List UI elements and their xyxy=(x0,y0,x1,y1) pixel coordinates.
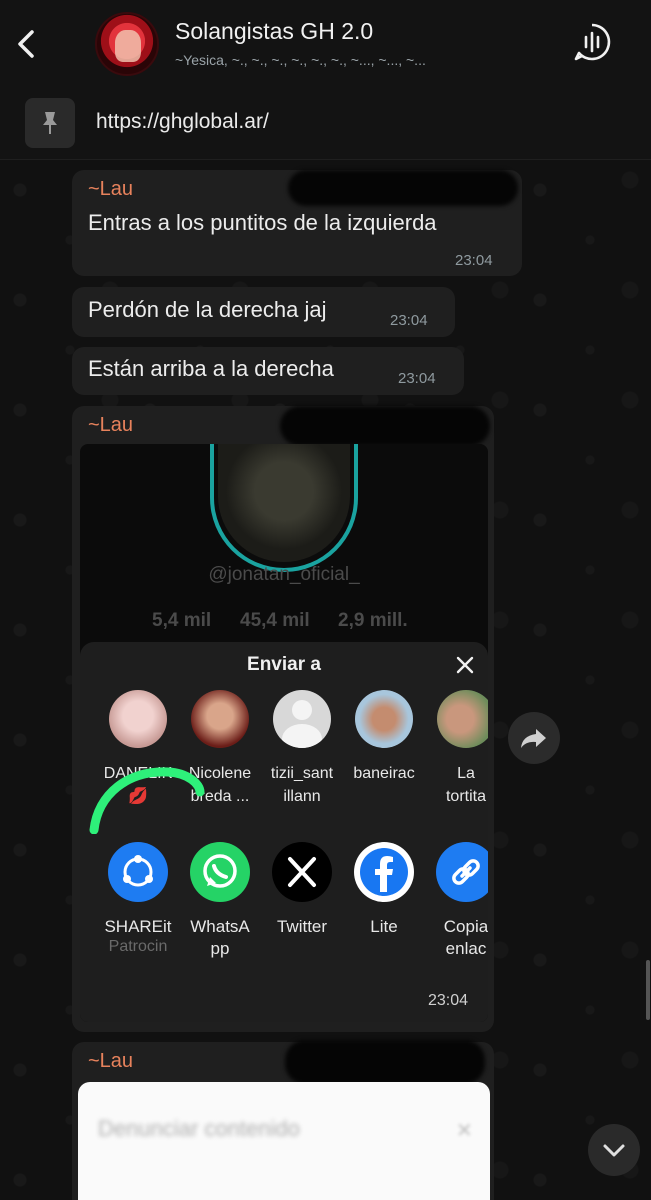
contact-item: baneirac xyxy=(342,690,426,785)
close-icon: ✕ xyxy=(456,1120,473,1142)
contact-item: tizii_sant illann xyxy=(260,690,344,808)
message-text: Están arriba a la derecha xyxy=(88,356,334,381)
app-label: Copia enlac xyxy=(443,917,488,958)
stat-following: 2,9 mill. xyxy=(338,610,408,631)
contact-name: La tortita xyxy=(445,765,486,805)
contact-name: baneirac xyxy=(353,765,415,782)
contact-item: La tortita xyxy=(424,690,488,808)
sender-name[interactable]: ~Lau xyxy=(88,1050,133,1073)
contact-avatar xyxy=(109,690,167,748)
app-label: WhatsA pp xyxy=(190,917,250,958)
share-app-facebook-lite: Lite xyxy=(342,842,426,938)
share-app-whatsapp: WhatsA pp xyxy=(178,842,262,960)
contact-name: tizii_sant illann xyxy=(270,765,334,805)
profile-handle: @jonatan_oficial_ xyxy=(208,564,360,585)
scrollbar[interactable] xyxy=(646,960,650,1020)
sender-name[interactable]: ~Lau xyxy=(88,414,133,437)
group-avatar[interactable] xyxy=(95,12,159,76)
redaction-mark xyxy=(285,1040,485,1084)
voice-chat-button[interactable] xyxy=(570,20,614,64)
report-sheet[interactable]: Denunciar contenido ✕ xyxy=(78,1082,490,1200)
contact-avatar xyxy=(191,690,249,748)
link-icon xyxy=(436,842,488,902)
message-time: 23:04 xyxy=(428,992,469,1009)
pinned-link[interactable]: https://ghglobal.ar/ xyxy=(96,110,269,134)
redaction-mark xyxy=(280,406,490,446)
x-logo-icon xyxy=(272,842,332,902)
redaction-mark xyxy=(288,170,518,206)
shareit-icon xyxy=(108,842,168,902)
stat-followers: 45,4 mil xyxy=(240,610,310,631)
share-sheet-title: Enviar a xyxy=(247,654,321,675)
whatsapp-icon xyxy=(190,842,250,902)
share-app-twitter: Twitter xyxy=(260,842,344,938)
facebook-icon xyxy=(354,842,414,902)
stat-posts: 5,4 mil xyxy=(152,610,212,631)
close-icon xyxy=(452,652,478,678)
app-label: SHAREit xyxy=(104,917,172,936)
report-option: Denunciar contenido xyxy=(98,1116,300,1141)
app-sublabel: Patrocin xyxy=(108,938,168,955)
shared-screenshot[interactable]: @jonatan_oficial_ 5,4 mil 45,4 mil 2,9 m… xyxy=(80,444,488,1022)
chevron-down-icon xyxy=(603,1144,625,1157)
share-app-shareit: SHAREit Patrocin xyxy=(96,842,180,956)
green-scribble xyxy=(89,767,205,834)
message-time: 23:04 xyxy=(390,312,428,329)
group-members: ~Yesica, ~., ~., ~., ~., ~., ~., ~..., ~… xyxy=(175,52,426,68)
story-ring xyxy=(210,444,358,572)
message-text: Perdón de la derecha jaj xyxy=(88,297,327,322)
pinned-message-bar[interactable]: https://ghglobal.ar/ xyxy=(0,88,651,160)
message-text: Entras a los puntitos de la izquierda xyxy=(88,210,437,235)
forward-arrow-icon xyxy=(521,729,546,748)
chat-header: Solangistas GH 2.0 ~Yesica, ~., ~., ~., … xyxy=(0,0,651,88)
sender-name[interactable]: ~Lau xyxy=(88,178,133,201)
back-button[interactable] xyxy=(8,22,44,66)
forward-button[interactable] xyxy=(508,712,560,764)
share-app-copy-link: Copia enlac xyxy=(424,842,488,960)
group-title[interactable]: Solangistas GH 2.0 xyxy=(175,18,373,45)
contact-avatar xyxy=(273,690,331,748)
pin-icon-box xyxy=(25,98,75,148)
pin-icon xyxy=(43,112,57,134)
scroll-down-button[interactable] xyxy=(588,1124,640,1176)
voice-chat-icon xyxy=(574,23,611,61)
chevron-left-icon xyxy=(18,30,34,58)
message-time: 23:04 xyxy=(455,252,493,269)
app-label: Twitter xyxy=(276,917,328,936)
app-label: Lite xyxy=(370,917,398,936)
message-time: 23:04 xyxy=(398,370,436,387)
contact-avatar xyxy=(355,690,413,748)
contact-avatar xyxy=(437,690,488,748)
